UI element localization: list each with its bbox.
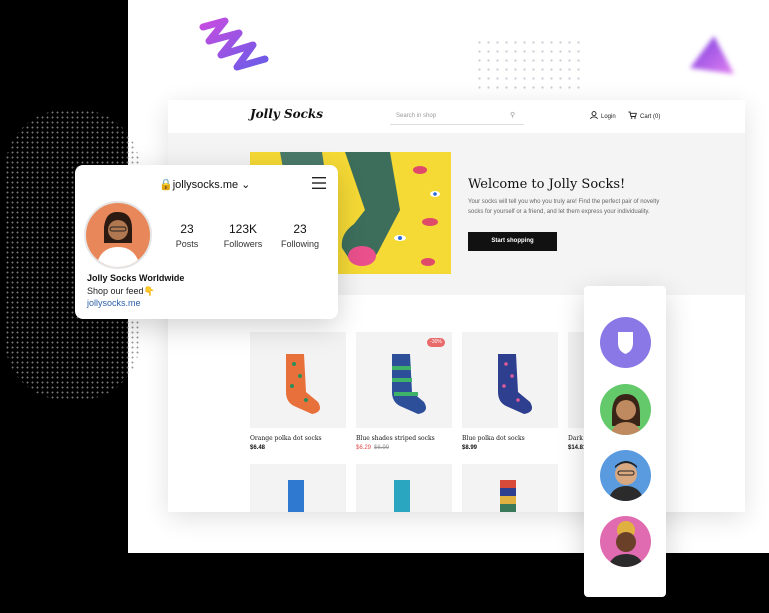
teal-sock-image	[394, 480, 410, 512]
person-avatar-image	[608, 521, 644, 567]
hero-description: Your socks will tell you who you truly a…	[468, 199, 660, 215]
product-old-price: $6.99	[374, 445, 390, 451]
shop-logo[interactable]: Jolly Socks	[250, 107, 323, 121]
chevron-down-icon: ⌄	[238, 179, 251, 191]
blue-sock-image	[288, 480, 304, 512]
product-card-image[interactable]	[250, 332, 346, 428]
product-card-image[interactable]	[462, 332, 558, 428]
blue-dot-sock-image	[498, 354, 532, 414]
hero-title: Welcome to Jolly Socks!	[468, 177, 626, 192]
product-sale-price: $6.29	[356, 445, 372, 451]
stat-label: Posts	[175, 239, 199, 249]
avatar[interactable]	[84, 201, 152, 269]
start-shopping-button[interactable]: Start shopping	[468, 232, 557, 251]
decorative-dot-grid	[475, 38, 585, 94]
user-icon	[590, 111, 598, 120]
stat-label: Following	[280, 239, 320, 249]
product-price-group: $6.29 $6.99	[356, 445, 389, 451]
lock-icon: 🔒	[159, 179, 173, 191]
shield-icon	[618, 332, 633, 354]
product-name[interactable]: Orange polka dot socks	[250, 435, 322, 442]
person-avatar-image	[608, 461, 644, 501]
triangle-decoration	[690, 36, 734, 74]
person-avatar-image	[96, 211, 140, 267]
stat-label: Followers	[223, 239, 263, 249]
product-card-image[interactable]	[462, 464, 558, 512]
stat-followers[interactable]: 123K Followers	[218, 222, 268, 249]
stat-value: 23	[293, 222, 307, 236]
search-icon[interactable]: ⚲	[510, 111, 515, 119]
product-card-image[interactable]	[356, 464, 452, 512]
profile-handle[interactable]: 🔒jollysocks.me ⌄	[159, 178, 250, 191]
cart-link[interactable]: Cart (0)	[628, 111, 660, 120]
product-card-image[interactable]	[250, 464, 346, 512]
search-placeholder: Search in shop	[396, 113, 437, 119]
stat-posts[interactable]: 23 Posts	[167, 222, 207, 249]
product-name[interactable]: Blue polka dot socks	[462, 435, 525, 442]
profile-name: Jolly Socks Worldwide	[87, 273, 185, 283]
cart-label: Cart (0)	[640, 114, 661, 120]
orange-sock-image	[286, 354, 320, 414]
search-input[interactable]: Search in shop ⚲	[390, 109, 524, 125]
contacts-panel	[584, 286, 666, 597]
product-name[interactable]: Blue shades striped socks	[356, 435, 435, 442]
login-link[interactable]: Login	[590, 111, 616, 120]
shield-avatar[interactable]	[600, 317, 651, 368]
profile-bio: Shop our feed👇	[87, 286, 155, 296]
handle-text: jollysocks.me	[172, 179, 239, 191]
stat-value: 123K	[228, 222, 258, 236]
avatar[interactable]	[600, 384, 651, 435]
profile-link[interactable]: jollysocks.me	[87, 298, 141, 308]
rainbow-sock-image	[500, 480, 516, 512]
product-price: $6.48	[250, 445, 266, 451]
stat-following[interactable]: 23 Following	[277, 222, 323, 249]
avatar[interactable]	[600, 516, 651, 567]
stat-value: 23	[180, 222, 194, 236]
person-avatar-image	[610, 394, 642, 435]
discount-badge: -30%	[427, 338, 445, 347]
squiggle-decoration	[199, 17, 269, 71]
cart-icon	[628, 111, 637, 119]
avatar[interactable]	[600, 450, 651, 501]
instagram-profile-card: 🔒jollysocks.me ⌄ 23 Posts 123K Followers 2…	[75, 165, 338, 319]
shop-header: Jolly Socks Search in shop ⚲ Login Cart …	[168, 100, 745, 134]
login-label: Login	[601, 114, 616, 120]
menu-icon[interactable]	[312, 177, 326, 189]
product-price: $8.99	[462, 445, 478, 451]
